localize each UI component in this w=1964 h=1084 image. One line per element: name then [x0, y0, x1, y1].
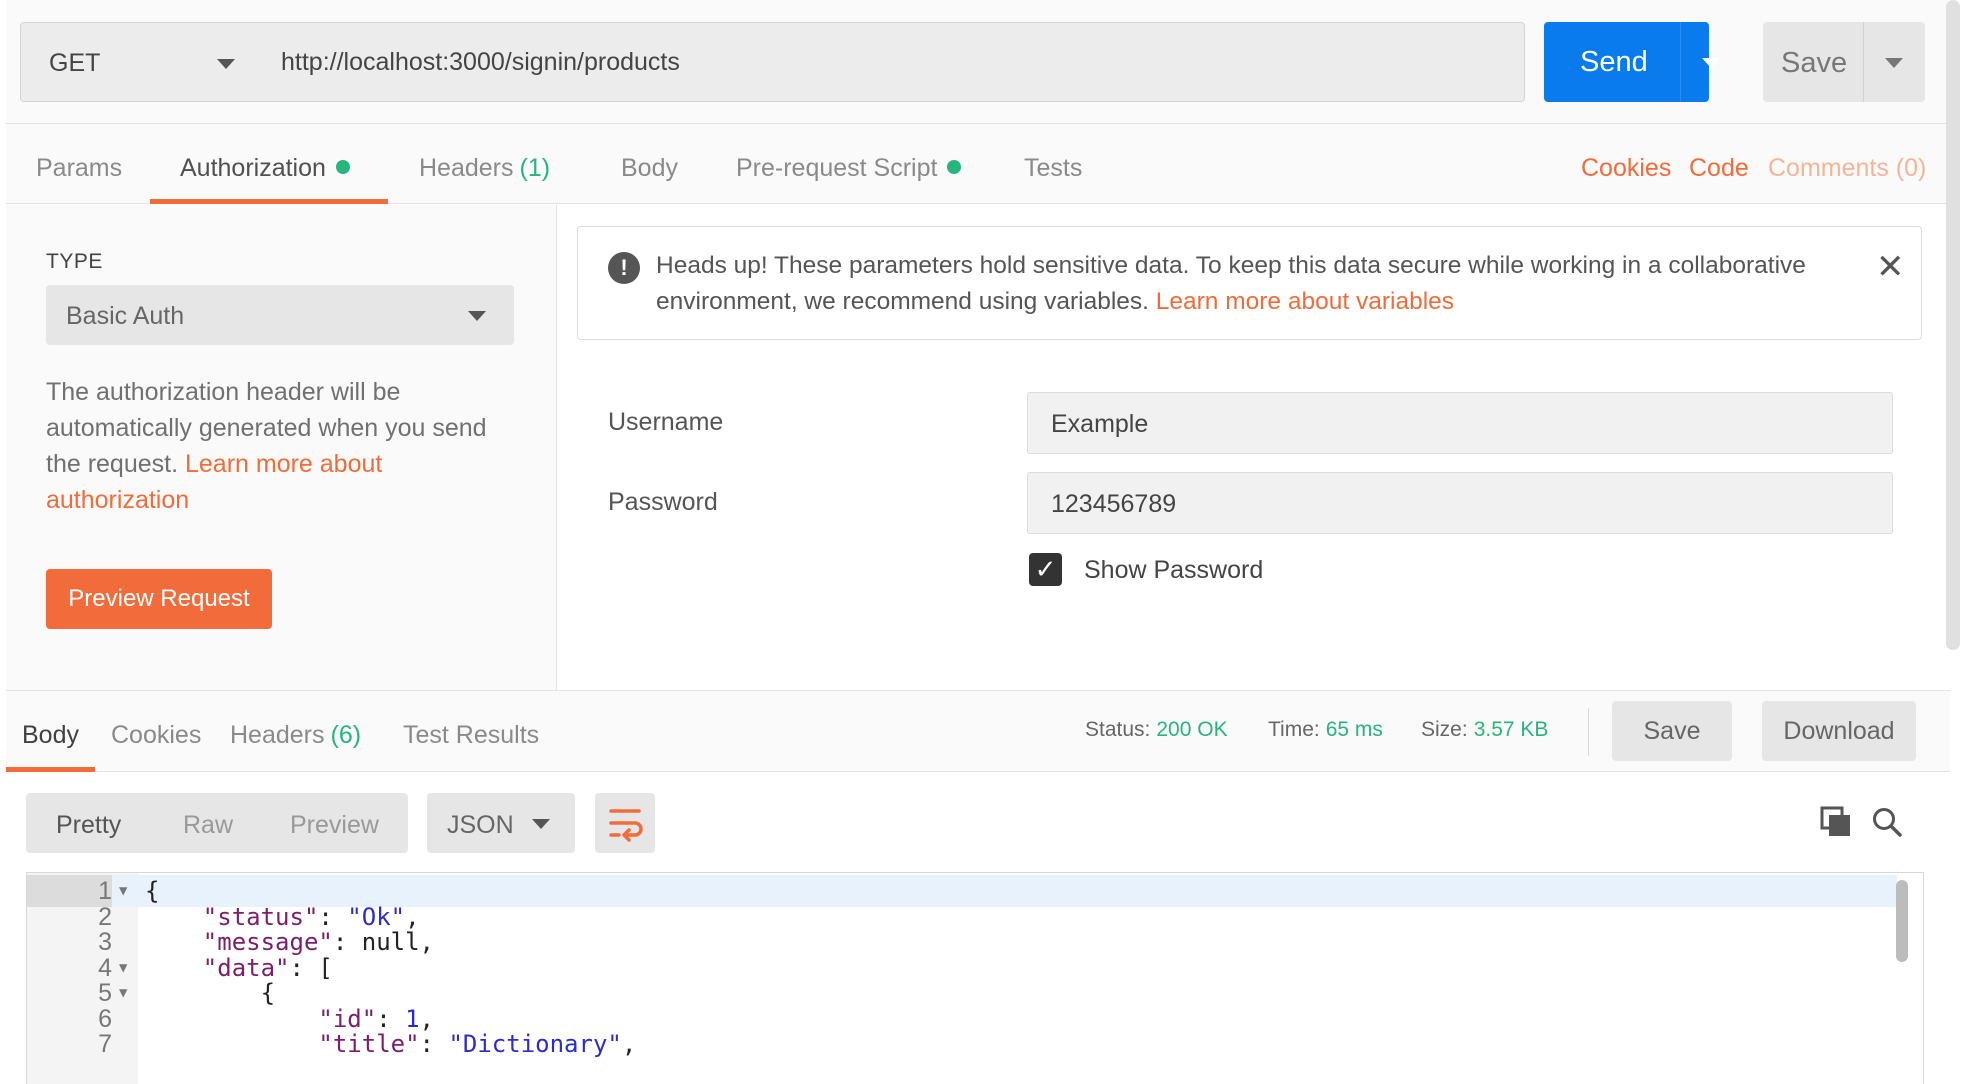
- format-preview[interactable]: Preview: [290, 811, 379, 840]
- username-field[interactable]: Example: [1027, 392, 1893, 454]
- chevron-down-icon: [468, 311, 486, 321]
- active-indicator-dot: [335, 160, 350, 174]
- meta-divider: [1588, 708, 1589, 756]
- code-link[interactable]: Code: [1689, 154, 1749, 183]
- response-body-editor[interactable]: 1 ▼{2 "status": "Ok", 3 "message": null, 4 ▼…: [26, 872, 1924, 1084]
- response-tab-body[interactable]: Body: [22, 721, 79, 750]
- active-response-tab-underline: [6, 767, 95, 772]
- comments-link[interactable]: Comments (0): [1768, 154, 1926, 183]
- size-label: Size:: [1421, 718, 1468, 741]
- tab-prerequest-script[interactable]: Pre-request Script: [736, 124, 962, 204]
- auth-description: The authorization header will be automat…: [46, 374, 516, 518]
- size-readout: Size: 3.57 KB: [1421, 718, 1548, 742]
- size-value: 3.57 KB: [1473, 718, 1549, 741]
- response-headers-count: (6): [330, 721, 362, 749]
- method-value: GET: [49, 49, 101, 77]
- code-line: 7 "title": "Dictionary",: [27, 1028, 1897, 1060]
- time-readout: Time: 65 ms: [1268, 718, 1383, 742]
- send-button[interactable]: Send: [1544, 22, 1720, 102]
- save-divider: [1863, 22, 1864, 102]
- response-tab-cookies[interactable]: Cookies: [111, 721, 201, 750]
- cookies-link[interactable]: Cookies: [1581, 154, 1671, 183]
- active-tab-underline: [150, 199, 388, 204]
- status-readout: Status: 200 OK: [1085, 718, 1228, 742]
- wrap-lines-icon: [609, 809, 643, 842]
- format-raw[interactable]: Raw: [183, 811, 233, 840]
- time-label: Time:: [1268, 718, 1320, 741]
- close-icon[interactable]: ✕: [1876, 250, 1905, 284]
- copy-icon[interactable]: [1820, 806, 1852, 843]
- time-value: 65 ms: [1325, 718, 1383, 741]
- tab-tests[interactable]: Tests: [1024, 124, 1082, 204]
- learn-more-variables-link[interactable]: Learn more about variables: [1156, 288, 1454, 315]
- auth-type-select[interactable]: Basic Auth: [46, 285, 514, 345]
- tab-body[interactable]: Body: [621, 124, 678, 204]
- password-field[interactable]: 123456789: [1027, 472, 1893, 534]
- show-password-checkbox[interactable]: ✓: [1029, 553, 1062, 586]
- editor-scrollbar[interactable]: [1896, 880, 1908, 962]
- password-label: Password: [608, 488, 718, 516]
- show-password-label[interactable]: Show Password: [1084, 556, 1263, 585]
- auth-type-value: Basic Auth: [66, 302, 185, 330]
- preview-request-button[interactable]: Preview Request: [46, 569, 272, 629]
- tab-authorization[interactable]: Authorization: [180, 124, 350, 204]
- request-tabs: Params Authorization Headers (1) Body Pre…: [6, 124, 1950, 204]
- chevron-down-icon: [532, 819, 550, 829]
- username-label: Username: [608, 408, 724, 436]
- tab-headers-label: Headers: [419, 154, 514, 182]
- response-tab-test-results[interactable]: Test Results: [403, 721, 539, 750]
- tab-params-label: Params: [36, 154, 123, 182]
- code-text: "title": "Dictionary",: [318, 1030, 637, 1058]
- save-label: Save: [1781, 47, 1848, 79]
- type-label: TYPE: [46, 250, 103, 273]
- tab-params[interactable]: Params: [36, 124, 122, 204]
- url-value: http://localhost:3000/signin/products: [281, 48, 680, 76]
- chevron-down-icon: [217, 59, 235, 69]
- password-value: 123456789: [1051, 490, 1177, 518]
- response-tab-headers[interactable]: Headers (6): [230, 721, 361, 750]
- page-scrollbar[interactable]: [1946, 0, 1960, 650]
- download-button[interactable]: Download: [1762, 701, 1916, 761]
- format-toggle-group: Pretty Raw Preview: [26, 793, 408, 853]
- language-select[interactable]: JSON: [427, 793, 575, 853]
- tab-headers[interactable]: Headers (1): [419, 124, 550, 204]
- response-headers-label: Headers: [230, 721, 325, 749]
- alert-message: Heads up! These parameters hold sensitiv…: [656, 248, 1856, 320]
- send-divider: [1680, 22, 1681, 102]
- tab-body-label: Body: [621, 154, 678, 182]
- search-icon[interactable]: [1871, 806, 1903, 843]
- method-select[interactable]: GET: [20, 22, 260, 102]
- save-response-button[interactable]: Save: [1612, 701, 1732, 761]
- tab-prerequest-label: Pre-request Script: [736, 154, 938, 182]
- headers-count: (1): [519, 154, 551, 182]
- language-value: JSON: [447, 811, 514, 839]
- send-label: Send: [1580, 46, 1648, 78]
- wrap-lines-button[interactable]: [595, 793, 655, 853]
- status-label: Status:: [1085, 718, 1151, 741]
- exclamation-icon: !: [608, 252, 640, 284]
- tab-authorization-label: Authorization: [180, 154, 326, 182]
- username-value: Example: [1051, 410, 1149, 438]
- active-indicator-dot: [947, 160, 962, 174]
- save-options-chevron-icon[interactable]: [1885, 58, 1903, 68]
- tab-tests-label: Tests: [1024, 154, 1083, 182]
- line-number: 7: [98, 1030, 112, 1058]
- save-request-button[interactable]: Save: [1763, 22, 1925, 102]
- status-value: 200 OK: [1156, 718, 1228, 741]
- format-pretty[interactable]: Pretty: [56, 811, 121, 840]
- send-options-chevron-icon[interactable]: [1702, 58, 1720, 68]
- url-input[interactable]: http://localhost:3000/signin/products: [259, 22, 1525, 102]
